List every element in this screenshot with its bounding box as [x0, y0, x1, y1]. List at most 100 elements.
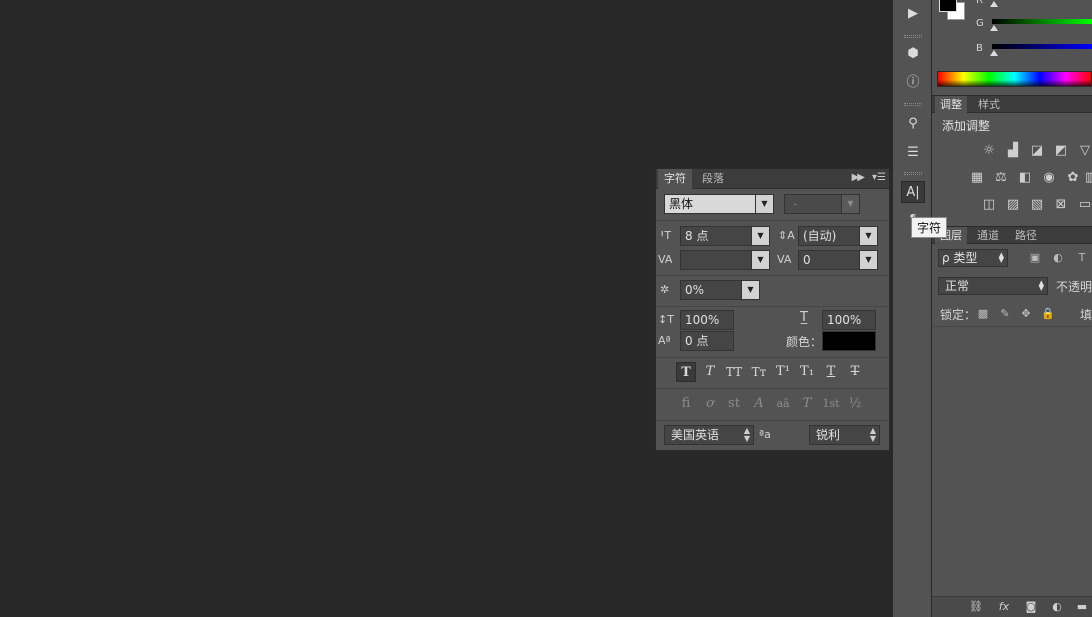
slider-knob-g[interactable] — [990, 25, 998, 31]
character-panel-icon[interactable]: A| — [901, 181, 925, 203]
tab-channels[interactable]: 通道 — [972, 227, 1004, 244]
link-layers-icon[interactable]: ⛓ — [968, 599, 984, 615]
titling-alternates-button[interactable]: T — [797, 394, 817, 414]
layer-effects-fx-icon[interactable]: fx — [996, 599, 1012, 615]
contextual-alternates-button[interactable]: ơ — [700, 394, 720, 414]
tracking-field[interactable]: 0 ▼ — [798, 250, 878, 270]
antialias-value: 锐利 — [816, 428, 841, 442]
add-mask-icon[interactable]: ◙ — [1023, 599, 1039, 615]
antialias-icon: ªa — [759, 428, 771, 441]
language-select[interactable]: 美国英语 ▲ ▼ — [664, 425, 754, 445]
underline-button[interactable]: T — [821, 362, 841, 382]
color-balance-icon[interactable]: ⚖ — [992, 169, 1010, 187]
exposure-icon[interactable]: ◩ — [1052, 142, 1070, 160]
horizontal-scale-field[interactable]: 100% — [822, 310, 876, 330]
slider-track-g[interactable] — [992, 19, 1092, 24]
updown-icon: ▲ ▼ — [869, 426, 876, 443]
ordinals-button[interactable]: 1st — [821, 394, 841, 414]
panel-menu-icon[interactable]: ▾☰ — [872, 172, 886, 183]
grip-handle[interactable] — [904, 172, 922, 175]
vertical-scale-field[interactable]: 100% — [680, 310, 734, 330]
info-icon[interactable]: ⓘ — [901, 72, 925, 94]
faux-italic-button[interactable]: T — [700, 362, 720, 382]
filter-pixel-icon[interactable]: ▣ — [1027, 250, 1043, 266]
stylistic-alternates-button[interactable]: aā — [773, 394, 793, 414]
layer-filter-select[interactable]: ρ 类型 ▲ ▼ — [938, 249, 1008, 267]
tab-styles[interactable]: 样式 — [973, 96, 1005, 113]
tab-adjustments[interactable]: 调整 — [935, 96, 967, 113]
updown-icon: ▲ ▼ — [998, 251, 1004, 264]
new-group-folder-icon[interactable]: ▬ — [1074, 599, 1090, 615]
strikethrough-button[interactable]: T — [845, 362, 865, 382]
play-actions-icon[interactable]: ▶ — [901, 3, 925, 25]
tsume-value: 0% — [685, 283, 705, 297]
hue-saturation-icon[interactable]: ▦ — [968, 169, 986, 187]
posterize-icon[interactable]: ▨ — [1004, 196, 1022, 214]
new-adjustment-layer-icon[interactable]: ◐ — [1049, 599, 1065, 615]
tab-character[interactable]: 字符 — [658, 169, 692, 189]
lock-pixels-brush-icon[interactable]: ✎ — [997, 306, 1013, 322]
baseline-shift-field[interactable]: 0 点 — [680, 331, 734, 351]
faux-bold-button[interactable]: T — [676, 362, 696, 382]
layer-filter-value: ρ 类型 — [942, 251, 978, 265]
slider-knob-b[interactable] — [990, 50, 998, 56]
brush-presets-icon[interactable]: ⚲ — [901, 113, 925, 135]
filter-adjustment-icon[interactable]: ◐ — [1050, 250, 1066, 266]
swash-button[interactable]: A — [749, 394, 769, 414]
layers-list[interactable] — [932, 326, 1092, 596]
color-spectrum-ramp[interactable] — [937, 71, 1092, 87]
small-caps-button[interactable]: Tт — [749, 362, 769, 382]
slider-track-b[interactable] — [992, 44, 1092, 49]
superscript-button[interactable]: T¹ — [773, 362, 793, 382]
collapse-icon[interactable]: ▶▶ — [852, 172, 865, 183]
chevron-down-icon: ▼ — [859, 251, 877, 269]
filter-type-icon[interactable]: T — [1074, 250, 1090, 266]
updown-icon: ▲ ▼ — [1038, 279, 1044, 292]
discretionary-ligatures-button[interactable]: st — [724, 394, 744, 414]
slider-label-b: B — [976, 43, 983, 54]
3d-cube-icon[interactable]: ⬢ — [901, 43, 925, 65]
antialias-select[interactable]: 锐利 ▲ ▼ — [809, 425, 880, 445]
text-color-swatch[interactable] — [822, 331, 876, 351]
tooltip: 字符 — [911, 217, 948, 238]
channel-mixer-icon[interactable]: ✿ — [1064, 169, 1082, 187]
grip-handle[interactable] — [904, 103, 922, 106]
brightness-contrast-icon[interactable]: ☼ — [980, 142, 998, 160]
levels-icon[interactable]: ▟ — [1004, 142, 1022, 160]
threshold-icon[interactable]: ▧ — [1028, 196, 1046, 214]
tab-paragraph[interactable]: 段落 — [696, 169, 730, 189]
lock-transparent-icon[interactable]: ▩ — [975, 306, 991, 322]
chevron-down-icon: ▼ — [751, 227, 769, 245]
black-white-icon[interactable]: ◧ — [1016, 169, 1034, 187]
font-style-select[interactable]: - ▼ — [784, 194, 860, 214]
ligatures-button[interactable]: fi — [676, 394, 696, 414]
photo-filter-icon[interactable]: ◉ — [1040, 169, 1058, 187]
adjustments-tabbar: 调整 样式 — [932, 95, 1092, 113]
properties-sliders-icon[interactable]: ☰ — [901, 142, 925, 164]
slider-knob-r[interactable] — [990, 1, 998, 7]
subscript-button[interactable]: T₁ — [797, 362, 817, 382]
lock-position-move-icon[interactable]: ✥ — [1018, 306, 1034, 322]
fractions-button[interactable]: ½ — [845, 394, 865, 414]
lock-all-padlock-icon[interactable]: 🔒 — [1040, 306, 1056, 322]
fill-label: 填 — [1080, 308, 1092, 322]
all-caps-button[interactable]: TT — [724, 362, 744, 382]
tab-paths[interactable]: 路径 — [1010, 227, 1042, 244]
layers-footer: ⛓ fx ◙ ◐ ▬ — [932, 596, 1092, 617]
curves-icon[interactable]: ◪ — [1028, 142, 1046, 160]
selective-color-icon[interactable]: ⊠ — [1052, 196, 1070, 214]
invert-icon[interactable]: ◫ — [980, 196, 998, 214]
blend-mode-select[interactable]: 正常 ▲ ▼ — [938, 277, 1048, 295]
leading-field[interactable]: (自动) ▼ — [798, 226, 878, 246]
horizontal-scale-icon: T̲ — [800, 310, 808, 325]
color-lookup-icon[interactable]: ▥ — [1082, 169, 1092, 187]
font-family-select[interactable]: 黑体 ▼ — [664, 194, 774, 214]
vibrance-icon[interactable]: ▽ — [1076, 142, 1092, 160]
font-size-field[interactable]: 8 点 ▼ — [680, 226, 770, 246]
font-size-value: 8 点 — [685, 229, 709, 243]
grip-handle[interactable] — [904, 35, 922, 38]
foreground-color-swatch[interactable] — [939, 0, 957, 12]
tsume-field[interactable]: 0% ▼ — [680, 280, 760, 300]
gradient-map-icon[interactable]: ▭ — [1076, 196, 1092, 214]
kerning-field[interactable]: ▼ — [680, 250, 770, 270]
